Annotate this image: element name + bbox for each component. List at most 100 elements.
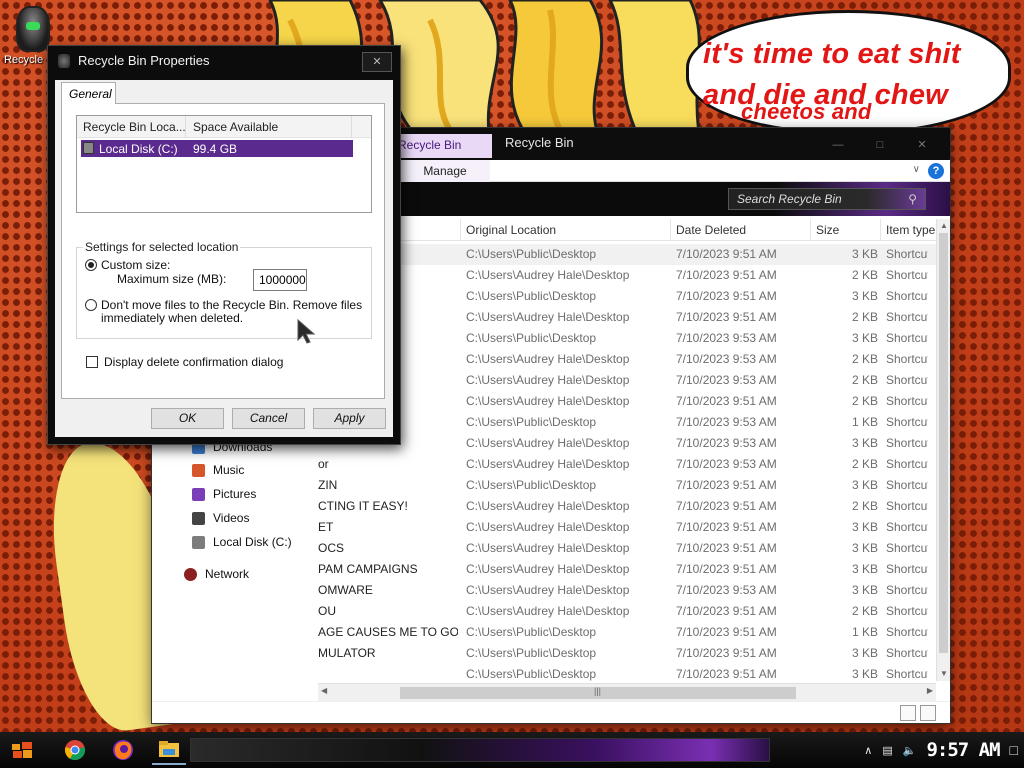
table-row[interactable]: C:\Users\Audrey Hale\Desktop 7/10/2023 9:… [318,265,936,286]
search-input[interactable]: Search Recycle Bin ⚲ [728,188,926,210]
table-row[interactable]: OMWARE C:\Users\Audrey Hale\Desktop 7/10/2… [318,580,936,601]
dialog-titlebar: Recycle Bin Properties [58,53,210,68]
delete-confirmation-checkbox[interactable] [86,356,98,368]
scroll-down-icon[interactable]: ▼ [937,667,951,681]
grip-icon: ||| [594,686,602,696]
table-row[interactable]: C:\Users\Public\Desktop 7/10/2023 9:51 AM… [318,286,936,307]
table-row[interactable]: C:\Users\Public\Desktop 7/10/2023 9:53 AM… [318,328,936,349]
ok-button[interactable]: OK [151,408,224,429]
date-deleted: 7/10/2023 9:51 AM [676,289,777,303]
location-list-header: Recycle Bin Loca... Space Available [77,116,371,138]
clock[interactable]: 9:57 AM [926,739,1000,761]
column-recycle-bin-location[interactable]: Recycle Bin Loca... [83,120,186,134]
dialog-title: Recycle Bin Properties [78,53,210,68]
details-view-icon[interactable] [900,705,916,721]
table-row[interactable]: AGE CAUSES ME TO GO IN... C:\Users\Public… [318,622,936,643]
table-row[interactable]: C:\Users\Audrey Hale\Desktop 7/10/2023 9:… [318,349,936,370]
volume-icon[interactable]: 🔈 [903,744,917,757]
taskbar-firefox[interactable] [106,735,140,765]
column-item-type[interactable]: Item type [886,223,935,237]
nav-item-pictures[interactable]: Pictures [192,485,256,503]
search-icon[interactable]: ⚲ [908,189,917,209]
nav-item-label: Music [213,463,245,477]
item-type: Shortcut [886,667,928,681]
dialog-close-button[interactable]: ✕ [362,52,392,72]
chevron-up-icon[interactable]: ∧ [864,744,872,757]
custom-size-radio[interactable] [85,259,97,271]
table-row[interactable]: C:\Users\Audrey Hale\Desktop 7/10/2023 9:… [318,370,936,391]
column-date-deleted[interactable]: Date Deleted [676,223,746,237]
item-type: Shortcut [886,289,928,303]
table-row[interactable]: OCS C:\Users\Audrey Hale\Desktop 7/10/2023… [318,538,936,559]
item-type: Shortcut [886,478,928,492]
vertical-scrollbar[interactable]: ▲ ▼ [936,219,950,681]
table-row[interactable]: or C:\Users\Audrey Hale\Desktop 7/10/2023 … [318,454,936,475]
file-size: 3 KB [851,436,878,450]
original-location: C:\Users\Audrey Hale\Desktop [466,562,630,576]
location-row-selected[interactable]: Local Disk (C:) 99.4 GB [81,140,353,157]
dont-move-radio[interactable] [85,299,97,311]
item-type: Shortcut [886,436,928,450]
date-deleted: 7/10/2023 9:53 AM [676,583,777,597]
nav-item-network[interactable]: Network [184,565,249,583]
date-deleted: 7/10/2023 9:51 AM [676,646,777,660]
date-deleted: 7/10/2023 9:51 AM [676,394,777,408]
nav-item-videos[interactable]: Videos [192,509,249,527]
column-size[interactable]: Size [816,223,839,237]
large-icons-view-icon[interactable] [920,705,936,721]
column-space-available[interactable]: Space Available [193,120,278,134]
cancel-button[interactable]: Cancel [232,408,305,429]
item-type: Shortcut [886,625,928,639]
date-deleted: 7/10/2023 9:51 AM [676,625,777,639]
table-row[interactable]: ZIN C:\Users\Public\Desktop 7/10/2023 9:51… [318,475,936,496]
apply-button[interactable]: Apply [313,408,386,429]
custom-size-label: Custom size: [101,258,171,272]
tab-recycle-bin-tools[interactable]: Recycle Bin Tools [392,134,492,174]
minimize-button[interactable]: — [818,134,858,156]
original-location: C:\Users\Public\Desktop [466,331,597,345]
item-type: Shortcut [886,646,928,660]
taskbar-file-explorer[interactable] [152,735,186,765]
notifications-icon[interactable]: □ [1010,742,1018,758]
date-deleted: 7/10/2023 9:53 AM [676,373,777,387]
table-row[interactable]: C:\Users\Public\Desktop 7/10/2023 9:51 AM… [318,664,936,685]
table-row[interactable]: PAM CAMPAIGNS C:\Users\Audrey Hale\Deskto… [318,559,936,580]
start-button[interactable] [6,735,40,765]
nav-item-local-disk[interactable]: Local Disk (C:) [192,533,292,551]
tab-general[interactable]: General [61,82,116,104]
date-deleted: 7/10/2023 9:53 AM [676,352,777,366]
item-type: Shortcut [886,541,928,555]
original-location: C:\Users\Audrey Hale\Desktop [466,373,630,387]
nav-item-music[interactable]: Music [192,461,244,479]
original-location: C:\Users\Public\Desktop [466,646,597,660]
column-original-location[interactable]: Original Location [466,223,556,237]
file-size: 1 KB [851,625,878,639]
table-row[interactable]: MULATOR C:\Users\Public\Desktop 7/10/2023 … [318,643,936,664]
network-tray-icon[interactable]: ▤ [882,744,892,757]
table-row[interactable]: C:\Users\Audrey Hale\Desktop 7/10/2023 9:… [318,307,936,328]
max-size-input[interactable]: 1000000 [253,269,307,291]
table-row[interactable]: OU C:\Users\Audrey Hale\Desktop 7/10/2023 … [318,601,936,622]
horizontal-scrollbar[interactable]: ◀ ||| ▶ [318,683,936,701]
close-button[interactable]: ✕ [902,134,942,156]
scroll-right-icon[interactable]: ▶ [927,686,933,695]
table-row[interactable]: C:\Users\Public\Desktop 7/10/2023 9:53 AM… [318,412,936,433]
file-size: 3 KB [851,478,878,492]
table-row[interactable]: C:\Users\Public\Desktop 7/10/2023 9:51 AM… [318,244,936,265]
scroll-thumb[interactable] [939,233,948,653]
location-name: Local Disk (C:) [99,142,178,156]
scroll-up-icon[interactable]: ▲ [937,219,951,233]
table-row[interactable]: CTING IT EASY! C:\Users\Audrey Hale\Deskt… [318,496,936,517]
scroll-left-icon[interactable]: ◀ [321,686,327,695]
chevron-down-icon[interactable]: ∨ [913,164,920,175]
taskbar-chrome[interactable] [58,735,92,765]
table-row[interactable]: ET C:\Users\Audrey Hale\Desktop 7/10/2023 … [318,517,936,538]
tab-manage[interactable]: Manage [400,160,490,182]
file-size: 2 KB [851,352,878,366]
file-name: OCS [318,541,345,555]
maximize-button[interactable]: □ [860,134,900,156]
help-icon[interactable]: ? [928,163,944,179]
nav-item-label: Network [205,567,250,581]
table-row[interactable]: C:\Users\Audrey Hale\Desktop 7/10/2023 9:… [318,433,936,454]
table-row[interactable]: C:\Users\Audrey Hale\Desktop 7/10/2023 9:… [318,391,936,412]
